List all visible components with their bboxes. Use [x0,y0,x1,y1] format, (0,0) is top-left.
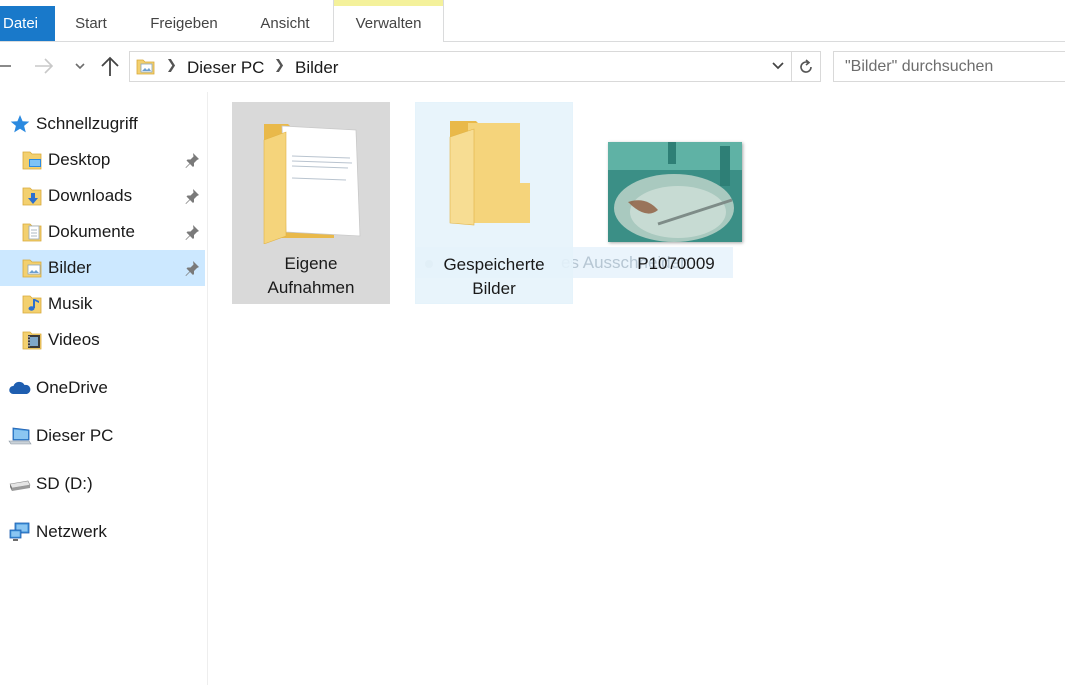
nav-item-label: Dokumente [48,222,135,241]
tab-start[interactable]: Start [62,6,120,42]
nav-item-desktop[interactable]: Desktop [0,142,205,178]
nav-item-netzwerk[interactable]: Netzwerk [0,514,205,550]
music-folder-icon [22,295,42,314]
tab-datei[interactable]: Datei [0,6,55,41]
breadcrumb-separator-icon[interactable]: ❯ [274,57,285,73]
nav-item-schnellzugriff[interactable]: Schnellzugriff [0,106,205,142]
nav-item-label: Musik [48,294,93,313]
nav-item-label: Schnellzugriff [36,114,138,133]
folder-with-document-icon [263,124,361,244]
cloud-icon [9,381,31,394]
folder-item-gespeicherte-bilder[interactable]: Gespeicherte Bilder [415,102,573,304]
pin-icon[interactable] [184,224,200,240]
contextual-tab-strip [334,0,443,6]
navigation-pane: Schnellzugriff Desktop Downloads Dokumen… [0,92,208,685]
pin-icon[interactable] [184,188,200,204]
address-toolbar: ❯ Dieser PC ❯ Bilder "Bilder" durchsuche… [0,42,1065,92]
folder-label: Gespeicherte Bilder [443,255,545,298]
nav-item-videos[interactable]: Videos [0,322,205,358]
folder-label: Eigene Aufnahmen [267,254,355,297]
image-thumbnail [608,142,742,242]
nav-item-label: Bilder [48,258,92,277]
search-input[interactable]: "Bilder" durchsuchen [833,51,1065,82]
nav-item-label: Desktop [48,150,111,169]
tab-ansicht[interactable]: Ansicht [246,6,324,42]
forward-arrow-icon [35,58,54,74]
image-label: P1070009 [637,254,715,273]
refresh-icon [800,58,812,73]
refresh-button[interactable] [792,51,821,82]
nav-item-dokumente[interactable]: Dokumente [0,214,205,250]
network-icon [9,522,30,541]
tab-freigeben[interactable]: Freigeben [138,6,230,42]
tab-verwalten[interactable]: Verwalten [333,0,444,42]
up-button[interactable] [98,54,122,78]
chevron-down-icon [75,63,85,70]
documents-folder-icon [22,223,42,242]
image-item-p1070009[interactable]: P1070009 [597,102,755,304]
desktop-folder-icon [22,151,42,170]
breadcrumb-dieser-pc[interactable]: Dieser PC [187,58,264,78]
nav-item-label: OneDrive [36,378,108,397]
chevron-down-icon [772,62,784,70]
address-history-dropdown[interactable] [766,54,790,78]
back-button[interactable] [0,54,16,78]
downloads-folder-icon [22,187,42,206]
pictures-folder-icon [22,259,42,278]
breadcrumb-bilder[interactable]: Bilder [295,58,338,78]
pictures-folder-icon [136,59,155,75]
nav-item-label: Netzwerk [36,522,107,541]
folder-item-eigene-aufnahmen[interactable]: Eigene Aufnahmen [232,102,390,304]
nav-item-downloads[interactable]: Downloads [0,178,205,214]
nav-item-label: Dieser PC [36,426,114,445]
breadcrumb-separator-icon[interactable]: ❯ [166,57,177,73]
videos-folder-icon [22,331,42,350]
folder-icon [449,121,530,226]
file-list: Eigene Aufnahmen es Ausschneiden Gespeic… [209,92,1065,685]
recent-locations-button[interactable] [68,54,92,78]
forward-button[interactable] [32,54,56,78]
nav-item-label: Videos [48,330,100,349]
nav-item-label: SD (D:) [36,474,93,493]
ribbon-tab-bar: Datei Start Freigeben Ansicht Verwalten [0,0,1065,42]
tab-verwalten-label: Verwalten [355,15,422,32]
nav-item-musik[interactable]: Musik [0,286,205,322]
address-bar[interactable]: ❯ Dieser PC ❯ Bilder [129,51,792,82]
nav-item-onedrive[interactable]: OneDrive [0,370,205,406]
nav-item-dieser-pc[interactable]: Dieser PC [0,418,205,454]
drive-icon [9,480,31,491]
nav-item-label: Downloads [48,186,133,205]
computer-icon [8,427,32,445]
star-icon [10,115,30,133]
pin-icon[interactable] [184,260,200,276]
nav-item-bilder[interactable]: Bilder [0,250,205,286]
up-arrow-icon [101,56,119,76]
back-arrow-icon [0,65,11,67]
pin-icon[interactable] [184,152,200,168]
nav-item-sd-drive[interactable]: SD (D:) [0,466,205,502]
